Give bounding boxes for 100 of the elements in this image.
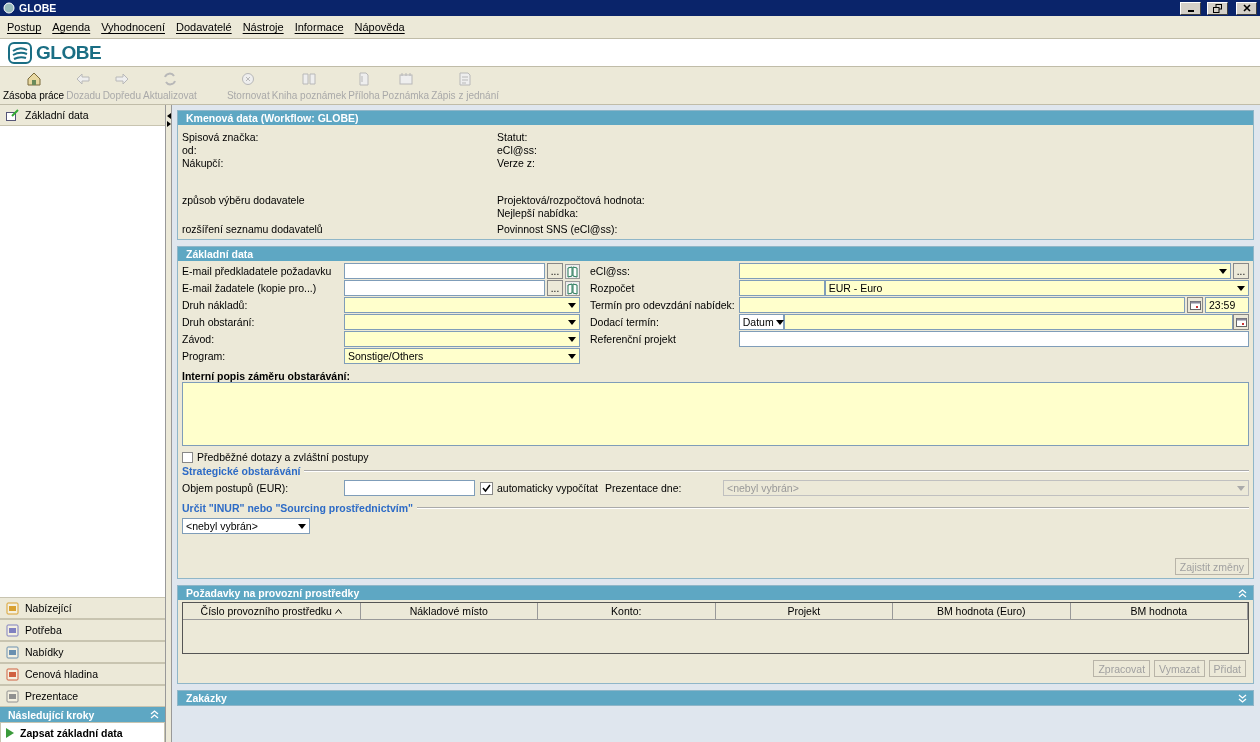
dropdown[interactable]: [344, 297, 580, 313]
field-label: Verze z:: [497, 157, 535, 169]
column-header[interactable]: Konto:: [538, 603, 716, 619]
next-step-item[interactable]: Zapsat základní data: [0, 722, 165, 742]
amount-field[interactable]: [738, 280, 825, 296]
dropdown-caret-icon: [568, 336, 576, 342]
menu-item[interactable]: Agenda: [45, 21, 95, 33]
collapse-icon[interactable]: [150, 710, 159, 719]
restore-button[interactable]: [1207, 1, 1228, 15]
field-label: Program:: [182, 350, 227, 362]
panel-title: Základní data: [186, 248, 254, 260]
window-title: GLOBE: [19, 2, 57, 14]
dropdown-caret-icon: [298, 523, 306, 529]
nav-item[interactable]: Cenová hladina: [0, 663, 165, 685]
field-label: Termín pro odevzdání nabídek:: [590, 299, 736, 311]
logo-text: GLOBE: [36, 41, 102, 64]
field-label: Rozpočet: [590, 282, 636, 294]
menu-item[interactable]: Dodavatelé: [169, 21, 236, 33]
email-field[interactable]: [344, 280, 545, 296]
calendar-button[interactable]: [1187, 297, 1203, 313]
time-field[interactable]: 23:59: [1205, 297, 1249, 313]
toolbar-button[interactable]: Zásoba práce: [2, 71, 66, 104]
sort-ascending-icon: [334, 608, 342, 614]
field-label: od:: [182, 144, 197, 156]
field-label: E-mail žadatele (kopie pro...): [182, 282, 318, 294]
minimize-button[interactable]: [1180, 1, 1201, 15]
restore-icon: [1213, 3, 1222, 13]
close-icon: [1242, 4, 1251, 12]
email-field[interactable]: [344, 263, 545, 279]
dropdown[interactable]: [344, 331, 580, 347]
dropdown-caret-icon: [1237, 485, 1245, 491]
description-field[interactable]: [182, 382, 1249, 446]
section-title: Následující kroky: [8, 708, 95, 721]
panel-title: Požadavky na provozní prostředky: [186, 587, 360, 599]
app-icon: [3, 2, 15, 14]
column-header[interactable]: Projekt: [715, 603, 893, 619]
checkbox-label: Předběžné dotazy a zvláštní postupy: [197, 451, 369, 463]
collapse-icon[interactable]: [1238, 588, 1247, 598]
arrow-left-icon: [75, 71, 92, 87]
field-label: Objem postupů (EUR):: [182, 482, 290, 494]
field-label: Druh nákladů:: [182, 299, 249, 311]
play-icon: [5, 727, 15, 738]
column-header[interactable]: BM hodnota: [1070, 603, 1248, 619]
browse-button[interactable]: ...: [547, 280, 563, 296]
field-label: Povinnost SNS (eCl@ss):: [497, 223, 618, 235]
dropdown-caret-icon: [1237, 285, 1245, 291]
menu-item[interactable]: Vyhodnocení: [94, 21, 169, 33]
nav-item[interactable]: Nabídky: [0, 641, 165, 663]
group-title: Určit "INUR" nebo "Sourcing prostřednictvím": [182, 502, 414, 514]
house-icon: [25, 71, 42, 87]
field-label: rozšíření seznamu dodavatelů: [182, 223, 323, 235]
field-label: eCl@ss:: [590, 265, 631, 277]
sidebar-item[interactable]: Základní data: [0, 105, 165, 126]
browse-button[interactable]: ...: [547, 263, 563, 279]
checkbox[interactable]: [182, 451, 193, 463]
checkbox[interactable]: [480, 481, 493, 495]
book-icon: [300, 71, 317, 87]
field-label: Statut:: [497, 131, 528, 143]
menu-item[interactable]: Nápověda: [347, 21, 409, 33]
checkbox-label: automaticky vypočítat: [497, 482, 599, 494]
menu-item[interactable]: Nástroje: [235, 21, 288, 33]
dropdown[interactable]: [344, 314, 580, 330]
group-title: Strategické obstarávání: [182, 465, 301, 477]
nav-item[interactable]: Prezentace: [0, 685, 165, 707]
dropdown[interactable]: <nebyl vybrán>: [182, 518, 310, 534]
edit-icon: [6, 109, 19, 121]
browse-button[interactable]: ...: [1233, 263, 1249, 279]
panel-title: Kmenová data (Workflow: GLOBE): [186, 112, 359, 124]
address-book-icon[interactable]: [565, 263, 580, 279]
column-header[interactable]: Nákladové místo: [360, 603, 538, 619]
expand-icon[interactable]: [1238, 693, 1247, 703]
field-label: Interní popis záměru obstarávání:: [182, 370, 352, 382]
field-label: Druh obstarání:: [182, 316, 256, 328]
field-label: Referenční projekt: [590, 333, 677, 345]
dropdown[interactable]: [738, 263, 1231, 279]
dropdown-caret-icon: [568, 353, 576, 359]
column-header[interactable]: Číslo provozního prostředku: [183, 603, 361, 619]
nav-item[interactable]: Nabízející: [0, 597, 165, 619]
volume-field[interactable]: [344, 480, 475, 496]
menu-item[interactable]: Postup: [0, 21, 46, 33]
menu-item[interactable]: Informace: [287, 21, 348, 33]
field-label: eCl@ss:: [497, 144, 537, 156]
dropdown[interactable]: Sonstige/Others: [344, 348, 580, 364]
dropdown-caret-icon: [568, 302, 576, 308]
column-header[interactable]: BM hodnota (Euro): [893, 603, 1071, 619]
nav-item[interactable]: Potřeba: [0, 619, 165, 641]
field-label: způsob výběru dodavatele: [182, 194, 305, 206]
panel-title: Zakázky: [186, 692, 227, 704]
date-field[interactable]: [738, 297, 1185, 313]
close-button[interactable]: [1236, 1, 1257, 15]
field-label: Nákupčí:: [182, 157, 224, 169]
date-field[interactable]: [783, 314, 1233, 330]
field-label: Dodací termín:: [590, 316, 660, 328]
calendar-button[interactable]: [1233, 314, 1249, 330]
field-label: Nejlepší nabídka:: [497, 207, 579, 219]
date-mode-dropdown[interactable]: Datum: [738, 314, 784, 330]
text-field[interactable]: [738, 331, 1249, 347]
dropdown-caret-icon: [568, 319, 576, 325]
currency-dropdown[interactable]: EUR - Euro: [824, 280, 1249, 296]
address-book-icon[interactable]: [565, 280, 580, 296]
